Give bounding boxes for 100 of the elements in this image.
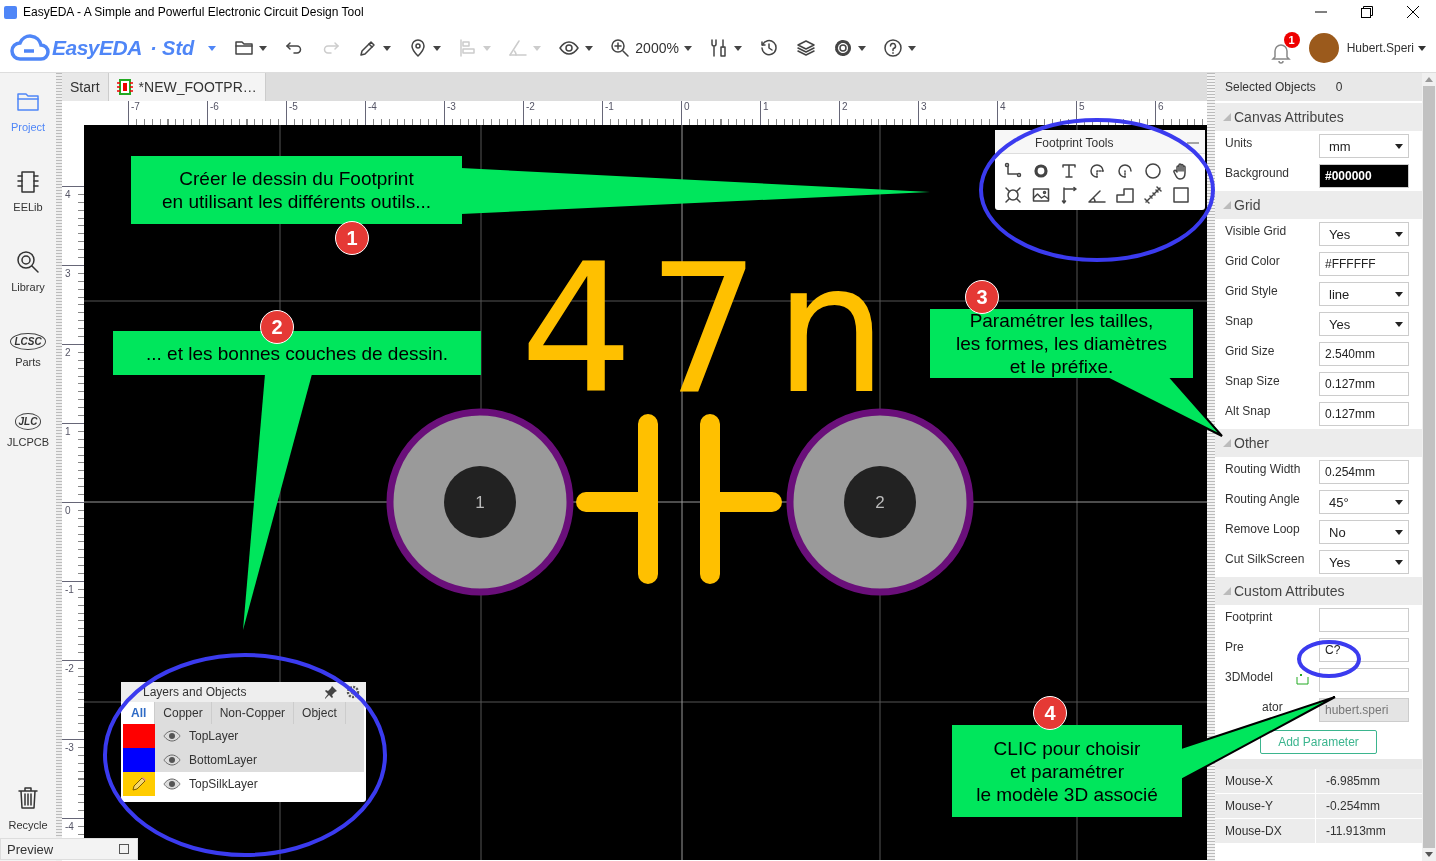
callout-note: CLIC pour choisir et paramétrer le modèle 3D associé: [952, 725, 1182, 817]
color-field[interactable]: #000000: [1319, 164, 1409, 188]
dropdown[interactable]: Yes: [1319, 222, 1409, 246]
section-header[interactable]: Custom Attributes: [1215, 577, 1422, 605]
user-menu[interactable]: Hubert.Speri: [1346, 41, 1426, 55]
property-label: Alt Snap: [1225, 403, 1272, 418]
settings-icon[interactable]: [346, 685, 360, 699]
chip-icon[interactable]: [15, 169, 41, 195]
layer-name[interactable]: TopSilkLayer: [189, 777, 258, 791]
section-header[interactable]: Other: [1215, 429, 1422, 457]
folder-icon[interactable]: [234, 38, 255, 58]
dropdown[interactable]: 45°: [1319, 490, 1409, 514]
help-icon[interactable]: [882, 38, 903, 58]
layer-color-swatch[interactable]: [123, 724, 155, 748]
sidebar-item[interactable]: LCSC Parts: [10, 329, 46, 409]
avatar[interactable]: [1308, 33, 1339, 63]
rectangle-icon[interactable]: [1172, 186, 1190, 204]
document-tab[interactable]: Start: [62, 73, 109, 101]
dropdown[interactable]: line: [1319, 282, 1409, 306]
dropdown[interactable]: mm: [1319, 134, 1409, 158]
collapse-icon: [1223, 113, 1231, 121]
caret-icon: [1395, 529, 1403, 535]
scroll-down-icon[interactable]: [1425, 852, 1433, 857]
layer-color-swatch[interactable]: [123, 772, 155, 796]
zoom-button[interactable]: 2000%: [602, 30, 700, 66]
app-icon: [4, 5, 17, 19]
input-field[interactable]: [1319, 608, 1409, 632]
input-field[interactable]: C?: [1319, 638, 1409, 662]
ruler-label: 1: [65, 426, 71, 437]
caret-icon: [208, 45, 217, 51]
eye-icon[interactable]: [163, 730, 181, 742]
dropdown[interactable]: Yes: [1319, 550, 1409, 574]
eye-icon[interactable]: [163, 754, 181, 766]
tools-icon[interactable]: [708, 38, 729, 58]
property-label: Grid Color: [1225, 253, 1281, 268]
sidebar-item[interactable]: Recycle: [8, 785, 48, 841]
readout-label: Mouse-X: [1215, 769, 1316, 793]
pin-icon[interactable]: [324, 685, 338, 699]
ruler-label: 2: [65, 347, 71, 358]
image-icon[interactable]: [1032, 186, 1050, 204]
step-outline-icon[interactable]: [1116, 186, 1134, 204]
callout-note: Créer le dessin du Footprint en utilisant les différents outils...: [131, 156, 462, 224]
collapse-icon: [1223, 201, 1231, 209]
ruler-label: -2: [65, 663, 74, 674]
splitter[interactable]: [1207, 73, 1215, 861]
ruler-label: -2: [526, 101, 535, 112]
dimension-icon[interactable]: [1060, 186, 1078, 204]
preview-bar[interactable]: Preview: [0, 838, 138, 860]
history-icon[interactable]: [758, 38, 779, 58]
input-field[interactable]: 2.540mm: [1319, 342, 1409, 366]
text-icon[interactable]: [1060, 162, 1078, 180]
circle-icon[interactable]: [1144, 162, 1162, 180]
settings-icon[interactable]: [832, 38, 853, 58]
readout-label: Mouse-DX: [1215, 819, 1316, 843]
measure-icon[interactable]: [1144, 186, 1162, 204]
sidebar-item[interactable]: Library: [11, 249, 45, 329]
ruler-label: 3: [65, 268, 71, 279]
ruler-label: -1: [65, 584, 74, 595]
pad-icon[interactable]: [1032, 162, 1050, 180]
route-icon[interactable]: [1004, 162, 1022, 180]
layer-name[interactable]: BottomLayer: [189, 753, 258, 767]
sidebar-item[interactable]: EELib: [13, 169, 43, 249]
notification-button[interactable]: 1: [1270, 32, 1301, 64]
input-field[interactable]: 0.254mm: [1319, 460, 1409, 484]
input-field[interactable]: 0.127mm: [1319, 372, 1409, 396]
panel-title: Footprint Tools: [1035, 136, 1114, 150]
document-tab[interactable]: *NEW_FOOTPR…: [108, 73, 266, 101]
property-label: Snap: [1225, 313, 1255, 328]
arc-icon[interactable]: [1116, 162, 1134, 180]
sidebar-item[interactable]: JLC JLCPCB: [6, 409, 50, 489]
scrollbar[interactable]: [1422, 73, 1436, 861]
close-icon: [1407, 6, 1419, 18]
3d-model-icon[interactable]: [1295, 673, 1309, 685]
input-field[interactable]: #FFFFFF: [1319, 252, 1409, 276]
caret-icon: [1395, 499, 1403, 505]
property-label: ator: [1261, 699, 1284, 714]
layer-color-swatch[interactable]: [123, 748, 155, 772]
magnifier-icon[interactable]: [15, 249, 41, 275]
eye-icon[interactable]: [558, 38, 581, 58]
layer-tab[interactable]: All: [123, 702, 156, 724]
dropdown[interactable]: No: [1319, 520, 1409, 544]
zoom-icon[interactable]: [610, 38, 631, 58]
property-label: 3DModel: [1225, 669, 1275, 684]
restore-icon: [1361, 6, 1373, 18]
arc-icon[interactable]: [1088, 162, 1106, 180]
input-field[interactable]: hubert.speri: [1319, 698, 1409, 722]
property-label: Cut SilkScreen: [1225, 551, 1306, 566]
caret-icon: [1395, 291, 1403, 297]
layers-icon[interactable]: [795, 38, 816, 58]
property-label: Grid Size: [1225, 343, 1276, 358]
readout-value: -0.254mm: [1325, 799, 1381, 813]
section-header[interactable]: Canvas Attributes: [1215, 103, 1422, 131]
layer-name[interactable]: TopLayer: [189, 729, 239, 743]
dropdown[interactable]: Yes: [1319, 312, 1409, 336]
eye-icon[interactable]: [163, 778, 181, 790]
ruler-label: 1: [763, 101, 769, 112]
section-header[interactable]: Grid: [1215, 191, 1422, 219]
input-field[interactable]: [1319, 668, 1409, 692]
hole-icon[interactable]: [1004, 186, 1022, 204]
input-field[interactable]: 0.127mm: [1319, 402, 1409, 426]
